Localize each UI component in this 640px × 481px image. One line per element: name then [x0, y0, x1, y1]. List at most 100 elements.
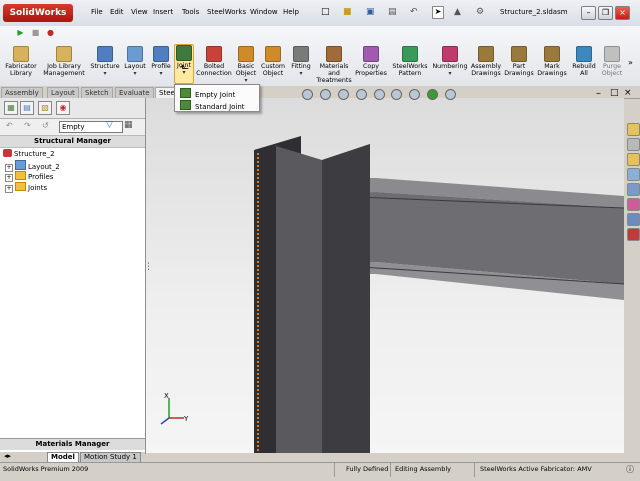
menu-item-standard-joint[interactable]: Standard Joint	[177, 99, 257, 111]
status-separator	[474, 463, 475, 477]
menu-bar: SolidWorks File Edit View Insert Tools S…	[0, 0, 640, 27]
minimize-icon[interactable]: –	[581, 6, 596, 20]
status-help-icon[interactable]: ⓘ	[626, 464, 634, 475]
restore-icon[interactable]: ❐	[598, 6, 613, 20]
filter-funnel-icon[interactable]: ▽	[106, 120, 113, 130]
menu-edit[interactable]: Edit	[110, 8, 124, 16]
tree-item-profiles[interactable]: + Profiles	[5, 171, 53, 182]
zoom-area-icon[interactable]	[319, 89, 331, 100]
layout-node-icon	[15, 160, 26, 170]
resources-icon[interactable]	[627, 123, 640, 136]
appearances-icon[interactable]	[627, 198, 640, 211]
tree-back-icon[interactable]: ↶	[6, 121, 13, 130]
menu-help[interactable]: Help	[283, 8, 299, 16]
ribbon-scroll-right-icon[interactable]: »	[628, 58, 633, 67]
print-icon[interactable]: ▤	[388, 7, 397, 17]
graphics-viewport[interactable]: Y X	[146, 98, 624, 453]
bolted-connection-button[interactable]: Bolted Connection	[195, 46, 233, 77]
profile-button[interactable]: Profile ▾	[148, 46, 174, 77]
options-icon[interactable]: ⚙	[476, 7, 484, 17]
rebuild-all-button[interactable]: Rebuild All	[570, 46, 598, 77]
custom-object-button[interactable]: Custom Object	[259, 46, 287, 77]
rebuild-icon[interactable]: ▲	[454, 7, 461, 17]
expand-icon[interactable]: +	[5, 185, 13, 193]
viewport-maximize-icon[interactable]: □	[610, 88, 619, 98]
undo-icon[interactable]: ↶	[410, 7, 418, 17]
basic-object-button[interactable]: Basic Object ▾	[233, 46, 259, 84]
tab-layout[interactable]: Layout	[47, 87, 79, 98]
config-manager-icon[interactable]: ▧	[38, 101, 52, 115]
custom-properties-icon[interactable]	[627, 213, 640, 226]
steel-model: Y X	[160, 136, 624, 453]
numbering-button[interactable]: Numbering ▾	[432, 46, 468, 77]
view-orientation-icon[interactable]	[373, 89, 385, 100]
record-icon[interactable]: ●	[45, 28, 56, 38]
app-logo[interactable]: SolidWorks	[3, 4, 73, 22]
open-folder-icon[interactable]: ■	[343, 7, 352, 17]
select-pointer-icon[interactable]: ➤	[432, 6, 444, 19]
viewport-minimize-icon[interactable]: –	[596, 88, 601, 99]
property-manager-icon[interactable]: ▤	[20, 101, 34, 115]
previous-view-icon[interactable]	[337, 89, 349, 100]
steelworks-pattern-button[interactable]: SteelWorks Pattern	[390, 46, 430, 77]
layout-button[interactable]: Layout ▾	[121, 46, 149, 77]
layout-icon	[127, 46, 143, 62]
assembly-drawings-button[interactable]: Assembly Drawings	[469, 46, 503, 77]
task-pane-tabs	[625, 122, 640, 241]
tree-item-joints[interactable]: + Joints	[5, 182, 47, 193]
view-palette-icon[interactable]	[627, 183, 640, 196]
copy-properties-button[interactable]: Copy Properties	[354, 46, 388, 77]
tree-root-structure[interactable]: Structure_2	[3, 149, 55, 159]
fabricator-library-icon	[13, 46, 29, 62]
materials-and-treatments-button[interactable]: Materials and Treatments	[314, 46, 354, 84]
status-fabricator: SteelWorks Active Fabricator: AMV	[480, 465, 592, 473]
file-explorer-icon[interactable]	[627, 153, 640, 166]
bolted-connection-icon	[206, 46, 222, 62]
menu-tools[interactable]: Tools	[182, 8, 199, 16]
structural-manager-icon[interactable]: ◉	[56, 101, 70, 115]
joint-icon	[176, 45, 192, 61]
view-settings-icon[interactable]	[445, 89, 456, 100]
mark-drawings-button[interactable]: Mark Drawings	[536, 46, 568, 77]
job-library-management-button[interactable]: Job Library Management	[42, 46, 86, 77]
tab-assembly[interactable]: Assembly	[1, 87, 43, 98]
menu-insert[interactable]: Insert	[153, 8, 173, 16]
tab-evaluate[interactable]: Evaluate	[115, 87, 154, 98]
tree-refresh-icon[interactable]: ↺	[42, 121, 49, 130]
numbering-icon	[442, 46, 458, 62]
panel-splitter-handle[interactable]: ⋮	[144, 262, 153, 272]
filter-input[interactable]: Empty	[59, 121, 123, 133]
panel-options-icon[interactable]: ▦	[124, 120, 133, 130]
document-title: Structure_2.sldasm	[500, 8, 568, 16]
appearance-icon[interactable]	[427, 89, 439, 100]
stop-icon[interactable]: ■	[30, 28, 41, 38]
steelworks-pane-icon[interactable]	[627, 228, 640, 241]
structure-button[interactable]: Structure ▾	[89, 46, 121, 77]
menu-steelworks[interactable]: SteelWorks	[207, 8, 246, 16]
zoom-to-fit-icon[interactable]	[302, 89, 313, 100]
close-icon[interactable]: ×	[615, 6, 630, 20]
hide-show-icon[interactable]	[409, 89, 421, 100]
design-library-icon[interactable]	[627, 138, 640, 151]
fitting-button[interactable]: Fitting ▾	[288, 46, 314, 77]
menu-item-empty-joint[interactable]: Empty Joint	[177, 87, 257, 99]
section-view-icon[interactable]	[355, 89, 367, 100]
part-drawings-button[interactable]: Part Drawings	[504, 46, 534, 77]
bottom-tab-nav-icon[interactable]: ◂▸	[4, 452, 11, 460]
viewport-close-icon[interactable]: ×	[624, 88, 632, 98]
feature-tree-icon[interactable]: ▦	[4, 101, 18, 115]
fabricator-library-button[interactable]: Fabricator Library	[2, 46, 40, 77]
display-style-icon[interactable]	[391, 89, 403, 100]
expand-icon[interactable]: +	[5, 174, 13, 182]
purge-object-button[interactable]: Purge Object	[598, 46, 626, 77]
play-icon[interactable]: ▶	[15, 28, 26, 38]
new-document-icon[interactable]: □	[321, 7, 330, 17]
menu-file[interactable]: File	[91, 8, 103, 16]
status-product: SolidWorks Premium 2009	[3, 465, 89, 473]
save-icon[interactable]: ▣	[366, 7, 375, 17]
tree-forward-icon[interactable]: ↷	[24, 121, 31, 130]
tab-sketch[interactable]: Sketch	[81, 87, 113, 98]
menu-window[interactable]: Window	[250, 8, 278, 16]
menu-view[interactable]: View	[131, 8, 148, 16]
search-icon[interactable]	[627, 168, 640, 181]
